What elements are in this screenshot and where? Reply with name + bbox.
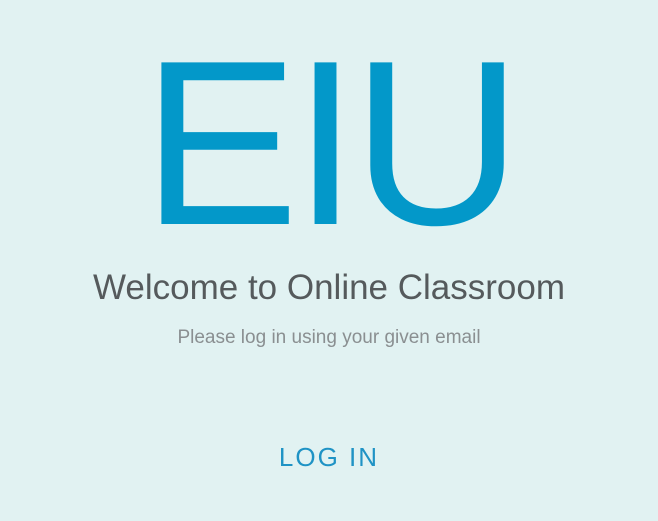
login-button[interactable]: LOG IN <box>254 432 404 482</box>
login-page: EIU Welcome to Online Classroom Please l… <box>0 0 658 521</box>
welcome-subtitle: Please log in using your given email <box>177 327 481 348</box>
logo: EIU <box>0 11 658 274</box>
logo-text: EIU <box>142 11 522 274</box>
welcome-title: Welcome to Online Classroom <box>92 268 566 307</box>
